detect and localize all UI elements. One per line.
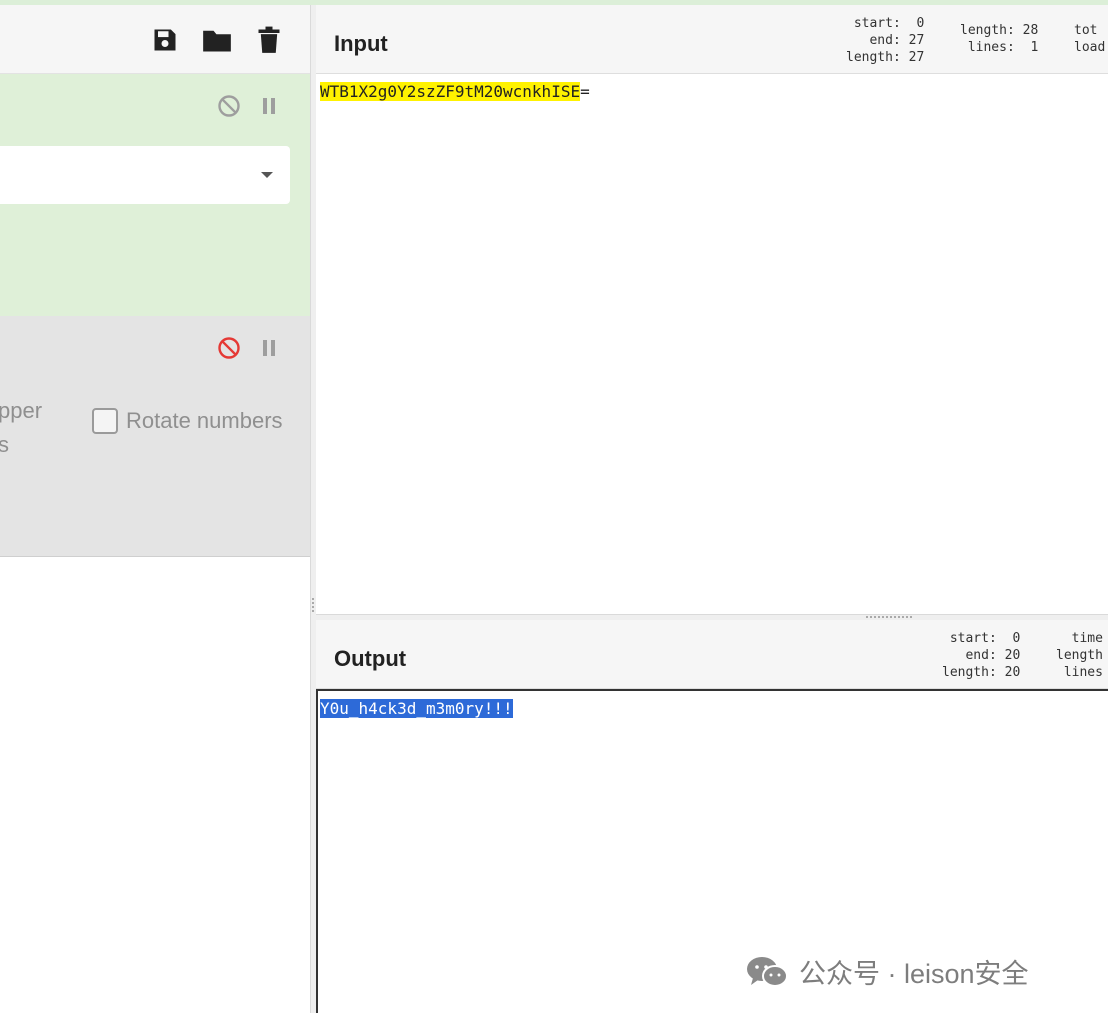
output-selected-text: Y0u_h4ck3d_m3m0ry!!!	[320, 699, 513, 718]
clear-recipe-button[interactable]	[254, 25, 284, 55]
watermark-text: 公众号 · leison安全	[799, 959, 1029, 989]
save-recipe-button[interactable]	[150, 25, 180, 55]
recipe-operation-2: pper s Rotate numbers	[0, 316, 310, 557]
output-header: Output start: 0 end: 20 length: 20 time …	[316, 620, 1108, 689]
input-textarea[interactable]: WTB1X2g0Y2szZF9tM20wcnkhISE=	[316, 74, 1108, 614]
recipe-toolbar	[0, 5, 310, 74]
disable-icon	[218, 337, 240, 359]
option-label-truncated: pper	[0, 398, 43, 423]
output-time-stats: time length lines	[1056, 631, 1103, 680]
disable-operation-button[interactable]	[216, 93, 242, 119]
recipe-panel: pper s Rotate numbers	[0, 5, 310, 1013]
resize-grip	[866, 616, 912, 618]
input-highlighted-text: WTB1X2g0Y2szZF9tM20wcnkhISE	[320, 82, 581, 101]
breakpoint-button[interactable]	[256, 93, 282, 119]
output-title: Output	[334, 646, 407, 671]
input-length-stats: length: 28 lines: 1	[960, 23, 1039, 55]
input-text: WTB1X2g0Y2szZF9tM20wcnkhISE=	[320, 82, 590, 101]
folder-icon	[203, 30, 231, 52]
option-label-truncated: s	[0, 432, 9, 457]
pause-icon	[263, 98, 275, 114]
recipe-operation-1	[0, 74, 310, 317]
output-text: Y0u_h4ck3d_m3m0ry!!!	[320, 699, 513, 718]
load-recipe-button[interactable]	[202, 25, 232, 55]
disable-icon	[218, 95, 240, 117]
disable-operation-button[interactable]	[216, 335, 242, 361]
input-header: Input start: 0 end: 27 length: 27 length…	[316, 5, 1108, 74]
wechat-icon	[747, 956, 788, 987]
output-selection-stats: start: 0 end: 20 length: 20	[942, 631, 1021, 680]
breakpoint-button[interactable]	[256, 335, 282, 361]
chevron-down-icon	[261, 172, 273, 178]
input-title: Input	[334, 31, 388, 56]
trash-icon	[258, 26, 280, 53]
pause-icon	[263, 340, 275, 356]
operation-option-dropdown[interactable]	[0, 146, 290, 204]
save-icon	[154, 29, 176, 51]
rotate-numbers-checkbox[interactable]: Rotate numbers	[92, 408, 283, 434]
watermark: 公众号 · leison安全	[745, 952, 1029, 991]
input-total-stats: tot load	[1074, 23, 1106, 55]
resize-grip	[312, 598, 314, 612]
input-text-rest: =	[580, 82, 590, 101]
checkbox-box[interactable]	[92, 408, 118, 434]
checkbox-label: Rotate numbers	[126, 408, 283, 433]
input-selection-stats: start: 0 end: 27 length: 27	[846, 16, 925, 65]
